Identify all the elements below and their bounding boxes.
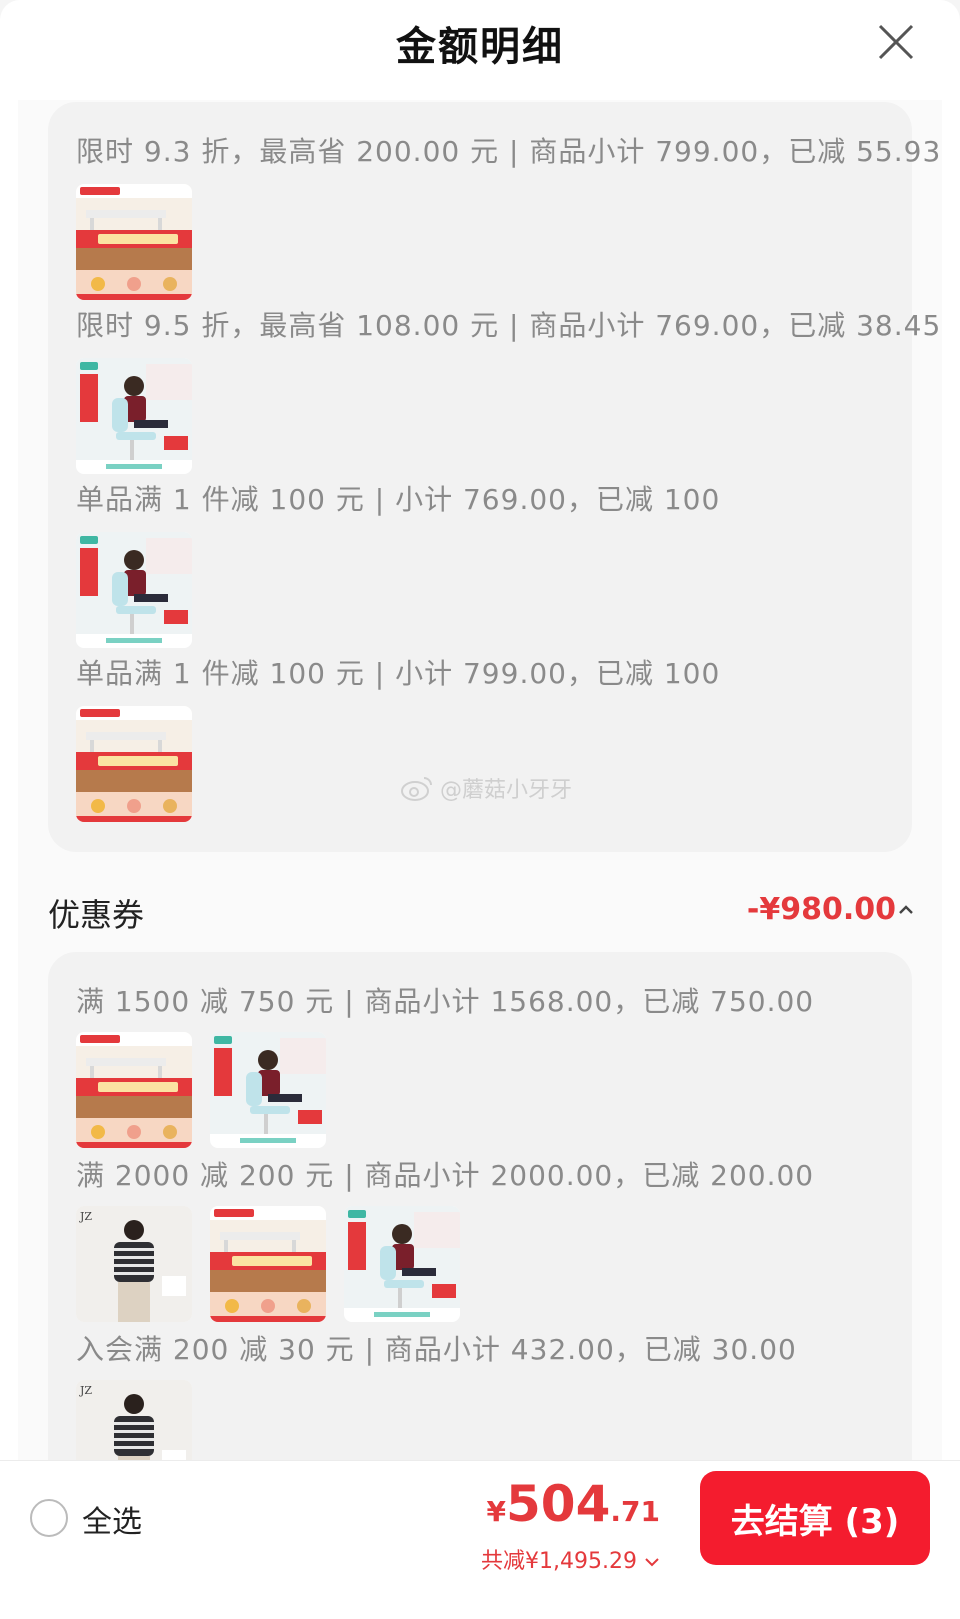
product-thumb-desk[interactable] bbox=[210, 1206, 326, 1322]
currency-symbol: ¥ bbox=[486, 1495, 507, 1528]
promotion-products bbox=[76, 358, 192, 474]
total-price: ¥504.71 bbox=[487, 1475, 660, 1533]
product-thumb-desk[interactable] bbox=[76, 706, 192, 822]
promotion-products bbox=[76, 532, 192, 648]
promotion-rule: 限时 9.3 折，最高省 200.00 元 | 商品小计 799.00，已减 5… bbox=[76, 135, 942, 168]
coupon-products: JZ bbox=[76, 1380, 192, 1460]
svg-text:JZ: JZ bbox=[79, 1384, 92, 1397]
product-thumb-chair[interactable] bbox=[76, 358, 192, 474]
promotion-products bbox=[76, 706, 192, 822]
svg-text:JZ: JZ bbox=[79, 1210, 92, 1223]
product-thumb-chair[interactable] bbox=[344, 1206, 460, 1322]
promotion-products bbox=[76, 184, 192, 300]
sheet-header: 金额明细 bbox=[0, 0, 960, 86]
price-decimal: .71 bbox=[610, 1495, 660, 1528]
amount-detail-sheet: 金额明细 限时 9.3 折，最高省 200.00 元 | 商品小计 799.00… bbox=[0, 0, 960, 1619]
checkout-button[interactable]: 去结算 (3) bbox=[700, 1471, 930, 1565]
watermark: @蘑菇小牙牙 bbox=[400, 772, 572, 804]
promotion-group: 限时 9.3 折，最高省 200.00 元 | 商品小计 799.00，已减 5… bbox=[48, 102, 940, 852]
close-icon bbox=[878, 24, 914, 60]
coupon-group: 满 1500 减 750 元 | 商品小计 1568.00，已减 750.00 … bbox=[48, 952, 912, 1460]
coupon-rule: 满 2000 减 200 元 | 商品小计 2000.00，已减 200.00 bbox=[76, 1159, 815, 1192]
weibo-icon bbox=[401, 777, 432, 801]
watermark-text: @蘑菇小牙牙 bbox=[440, 778, 573, 803]
coupon-rule: 满 1500 减 750 元 | 商品小计 1568.00，已减 750.00 bbox=[76, 985, 815, 1018]
coupon-rule: 入会满 200 减 30 元 | 商品小计 432.00，已减 30.00 bbox=[76, 1333, 797, 1366]
product-thumb-desk[interactable] bbox=[76, 1032, 192, 1148]
page-title: 金额明细 bbox=[396, 24, 564, 70]
total-saved[interactable]: 共减¥1,495.29 bbox=[481, 1543, 660, 1575]
chevron-down-icon bbox=[645, 1558, 659, 1567]
promotion-rule: 限时 9.5 折，最高省 108.00 元 | 商品小计 769.00，已减 3… bbox=[76, 309, 942, 342]
promotion-rule: 单品满 1 件减 100 元 | 小计 799.00，已减 100 bbox=[76, 657, 721, 690]
coupon-total-amount[interactable]: -¥980.00 bbox=[747, 892, 896, 927]
total-saved-text: 共减¥1,495.29 bbox=[481, 1549, 637, 1574]
product-thumb-chair[interactable] bbox=[210, 1032, 326, 1148]
product-thumb-chair[interactable] bbox=[76, 532, 192, 648]
product-thumb-sweater[interactable]: JZ bbox=[76, 1206, 192, 1322]
select-all-radio[interactable] bbox=[30, 1499, 68, 1537]
close-button[interactable] bbox=[872, 18, 920, 66]
select-all-label[interactable]: 全选 bbox=[82, 1497, 142, 1541]
product-thumb-sweater[interactable]: JZ bbox=[76, 1380, 192, 1460]
detail-scroll-area[interactable]: 限时 9.3 折，最高省 200.00 元 | 商品小计 799.00，已减 5… bbox=[18, 100, 942, 1460]
product-thumb-desk[interactable] bbox=[76, 184, 192, 300]
coupon-products: JZ bbox=[76, 1206, 460, 1322]
price-integer: 504 bbox=[506, 1475, 611, 1533]
promotion-rule: 单品满 1 件减 100 元 | 小计 769.00，已减 100 bbox=[76, 483, 721, 516]
coupon-products bbox=[76, 1032, 326, 1148]
coupon-section-title: 优惠券 bbox=[48, 896, 145, 934]
chevron-up-icon[interactable] bbox=[896, 900, 916, 920]
checkout-bar: 全选 ¥504.71 共减¥1,495.29 去结算 (3) bbox=[0, 1460, 960, 1619]
